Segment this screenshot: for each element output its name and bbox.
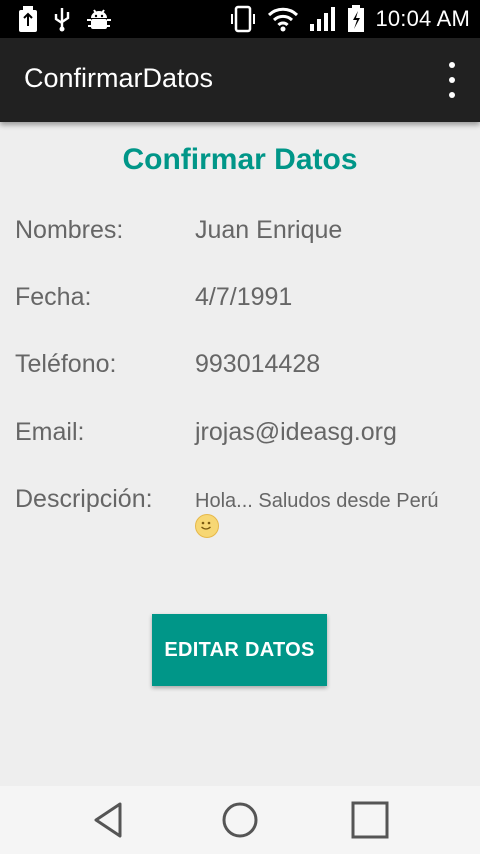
field-label: Teléfono: xyxy=(15,350,117,378)
status-left-icons xyxy=(18,6,112,32)
app-bar: ConfirmarDatos xyxy=(0,38,480,122)
status-right-icons: 10:04 AM xyxy=(229,5,470,33)
vibrate-icon xyxy=(231,5,256,33)
overflow-dot xyxy=(449,77,455,83)
field-value: 4/7/1991 xyxy=(195,283,293,311)
signal-icon xyxy=(310,7,336,31)
back-icon[interactable] xyxy=(88,798,132,842)
field-label: Nombres: xyxy=(15,216,124,244)
field-value: jrojas@ideasg.org xyxy=(195,418,397,446)
page-heading: Confirmar Datos xyxy=(122,143,358,176)
smiley-emoji-icon xyxy=(195,513,219,538)
field-value: 993014428 xyxy=(195,350,321,378)
navigation-bar xyxy=(0,786,480,854)
field-value: Juan Enrique xyxy=(195,216,343,244)
edit-data-button[interactable]: EDITAR DATOS xyxy=(152,614,327,686)
field-value-description: Hola... Saludos desde Perú xyxy=(195,489,465,538)
overflow-dot xyxy=(449,62,455,68)
field-label: Email: xyxy=(15,418,85,446)
status-bar: 10:04 AM xyxy=(0,0,480,38)
recents-icon[interactable] xyxy=(348,798,392,842)
overflow-dot xyxy=(449,92,455,98)
more-vertical-icon[interactable] xyxy=(442,62,462,98)
home-icon[interactable] xyxy=(218,798,262,842)
field-label: Fecha: xyxy=(15,283,92,311)
usb-icon xyxy=(19,6,37,32)
description-text: Hola... Saludos desde Perú xyxy=(195,490,439,512)
battery-charging-icon xyxy=(348,5,365,32)
wifi-icon xyxy=(268,7,299,32)
app-title: ConfirmarDatos xyxy=(24,63,214,93)
usb-debug-icon xyxy=(54,8,70,32)
status-time: 10:04 AM xyxy=(375,6,470,31)
android-debug-icon xyxy=(87,9,111,29)
field-label: Descripción: xyxy=(15,485,153,513)
